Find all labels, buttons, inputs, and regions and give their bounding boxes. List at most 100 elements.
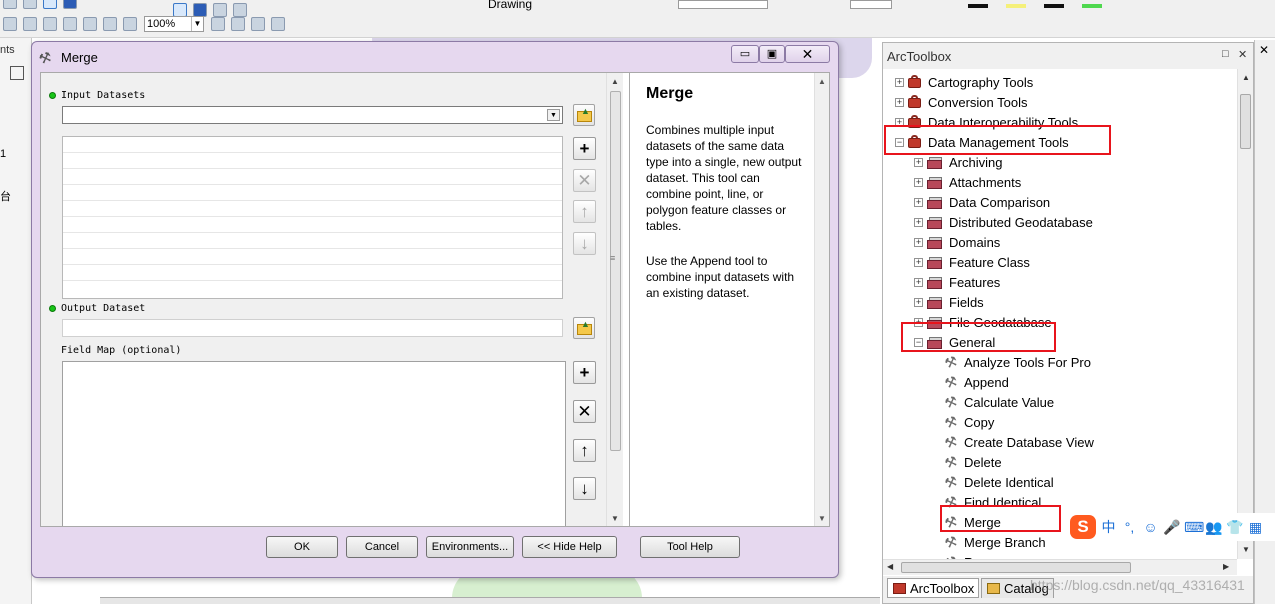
page-icon[interactable] (211, 16, 225, 31)
keyboard-icon[interactable]: ⌨ (1184, 519, 1204, 536)
remove-dataset-button[interactable]: ✕ (573, 169, 596, 192)
back-extent-icon[interactable] (3, 16, 17, 31)
dialog-titlebar[interactable]: ⚒ Merge ▭ ▣ ✕ (32, 42, 838, 72)
microphone-icon[interactable]: 🎤 (1163, 519, 1180, 536)
tree-item-copy[interactable]: ⚒ Copy (942, 412, 994, 432)
tree-item-attachments[interactable]: + Attachments (914, 172, 1021, 192)
help-scrollbar[interactable]: ▲ ▼ (814, 73, 829, 526)
browse-output-button[interactable]: ▲ (573, 317, 595, 339)
font-name-select[interactable] (678, 0, 768, 9)
hide-help-button[interactable]: << Hide Help (522, 536, 617, 558)
minimize-button[interactable]: ▭ (731, 45, 759, 63)
print-preview-icon[interactable] (271, 16, 285, 31)
forward-extent-icon[interactable] (23, 16, 37, 31)
sogou-logo-icon[interactable]: S (1070, 515, 1096, 539)
arctoolbox-header[interactable]: ArcToolbox □ ✕ (883, 43, 1253, 69)
scroll-down-icon[interactable]: ▼ (611, 514, 619, 523)
pan-icon[interactable] (23, 0, 37, 9)
maximize-button[interactable]: ▣ (759, 45, 785, 63)
input-datasets-combo[interactable]: ▼ (62, 106, 563, 124)
scroll-up-icon[interactable]: ▲ (611, 77, 619, 86)
tree-item-distributed-geodatabase[interactable]: + Distributed Geodatabase (914, 212, 1093, 232)
close-icon[interactable]: ✕ (1259, 43, 1269, 57)
zoom-out-icon[interactable] (83, 16, 97, 31)
chinese-mode-icon[interactable]: 中 (1100, 517, 1117, 537)
line-color-swatch[interactable] (968, 4, 988, 8)
expand-icon[interactable]: + (914, 157, 923, 167)
scroll-up-icon[interactable]: ▲ (818, 77, 826, 86)
tree-item-rename[interactable]: ⚒Rename (942, 552, 1013, 559)
cancel-button[interactable]: Cancel (346, 536, 418, 558)
parameters-scrollbar[interactable]: ▲ ≡ ▼ (606, 73, 623, 526)
tree-item-fields[interactable]: + Fields (914, 292, 984, 312)
tree-item-feature-class[interactable]: + Feature Class (914, 252, 1030, 272)
ok-button[interactable]: OK (266, 536, 338, 558)
copy-page-icon[interactable] (251, 16, 265, 31)
full-extent-icon[interactable] (43, 16, 57, 31)
expand-icon[interactable]: + (914, 297, 923, 307)
punctuation-icon[interactable]: °, (1121, 519, 1138, 535)
tree-item-conversion-tools[interactable]: + Conversion Tools (895, 92, 1027, 112)
tree-vertical-scrollbar[interactable]: ▲ ▼ (1237, 69, 1253, 559)
input-datasets-list[interactable] (62, 136, 563, 299)
scroll-right-icon[interactable]: ▶ (1223, 562, 1229, 571)
fixed-zoom-icon[interactable] (103, 16, 117, 31)
scroll-down-icon[interactable]: ▼ (1242, 545, 1250, 554)
tree-item-analyze-tools-for-pro[interactable]: ⚒ Analyze Tools For Pro (942, 352, 1091, 372)
expand-icon[interactable]: + (914, 237, 923, 247)
move-down-button[interactable]: ↓ (573, 232, 596, 255)
add-dataset-button[interactable]: + (573, 137, 596, 160)
data-frame-icon[interactable] (231, 16, 245, 31)
browse-input-button[interactable]: ▲ (573, 104, 595, 126)
layout-view-icon[interactable] (123, 16, 137, 31)
zoom-level-select[interactable]: 100% ▼ (144, 15, 204, 32)
expand-icon[interactable]: + (895, 97, 904, 107)
expand-icon[interactable]: + (914, 217, 923, 227)
tree-item-delete[interactable]: ⚒ Delete (942, 452, 1001, 472)
close-button[interactable]: ✕ (785, 45, 830, 63)
field-map-up-button[interactable]: ↑ (573, 439, 596, 462)
expand-icon[interactable]: + (914, 177, 923, 187)
field-map-remove-button[interactable]: ✕ (573, 400, 596, 423)
scroll-thumb[interactable] (901, 562, 1131, 573)
tree-item-create-database-view[interactable]: ⚒ Create Database View (942, 432, 1093, 452)
outline-color-swatch[interactable] (1044, 4, 1064, 8)
pointer-icon[interactable] (3, 0, 17, 9)
marker-color-swatch[interactable] (1082, 4, 1102, 8)
tab-arctoolbox[interactable]: ArcToolbox (887, 578, 980, 598)
select-elements-icon[interactable] (43, 0, 57, 9)
field-map-add-button[interactable]: + (573, 361, 596, 384)
scroll-thumb[interactable] (1240, 94, 1251, 149)
scroll-down-icon[interactable]: ▼ (818, 514, 826, 523)
field-map-box[interactable] (62, 361, 566, 526)
expand-icon[interactable]: + (914, 257, 923, 267)
list-by-drawing-order-icon[interactable] (10, 66, 24, 80)
chevron-down-icon[interactable]: ▼ (547, 109, 560, 121)
tree-item-calculate-value[interactable]: ⚒ Calculate Value (942, 392, 1054, 412)
tree-item-cartography-tools[interactable]: + Cartography Tools (895, 72, 1033, 92)
identify-icon[interactable] (63, 0, 77, 9)
users-icon[interactable]: 👥 (1205, 519, 1222, 536)
expand-icon[interactable]: + (914, 277, 923, 287)
scroll-up-icon[interactable]: ▲ (1242, 73, 1250, 82)
output-dataset-field[interactable] (62, 319, 563, 337)
tree-item-domains[interactable]: + Domains (914, 232, 1000, 252)
expand-icon[interactable]: + (914, 197, 923, 207)
field-map-down-button[interactable]: ↓ (573, 477, 596, 500)
scroll-thumb[interactable] (610, 91, 621, 451)
close-panel-button[interactable]: ✕ (1238, 48, 1247, 61)
tree-horizontal-scrollbar[interactable]: ◀ ▶ (883, 559, 1237, 575)
restore-button[interactable]: □ (1222, 48, 1229, 60)
tool-help-button[interactable]: Tool Help (640, 536, 740, 558)
drawing-menu[interactable]: Drawing (488, 0, 532, 11)
tree-item-merge-branch[interactable]: ⚒ Merge Branch (942, 532, 1045, 552)
tree-item-delete-identical[interactable]: ⚒ Delete Identical (942, 472, 1053, 492)
scroll-left-icon[interactable]: ◀ (887, 562, 893, 571)
environments-button[interactable]: Environments... (426, 536, 514, 558)
tree-item-features[interactable]: + Features (914, 272, 1000, 292)
zoom-in-icon[interactable] (63, 16, 77, 31)
tree-item-data-comparison[interactable]: + Data Comparison (914, 192, 1050, 212)
move-up-button[interactable]: ↑ (573, 200, 596, 223)
emoji-icon[interactable]: ☺ (1142, 519, 1159, 535)
grid-menu-icon[interactable]: ▦ (1247, 519, 1264, 536)
